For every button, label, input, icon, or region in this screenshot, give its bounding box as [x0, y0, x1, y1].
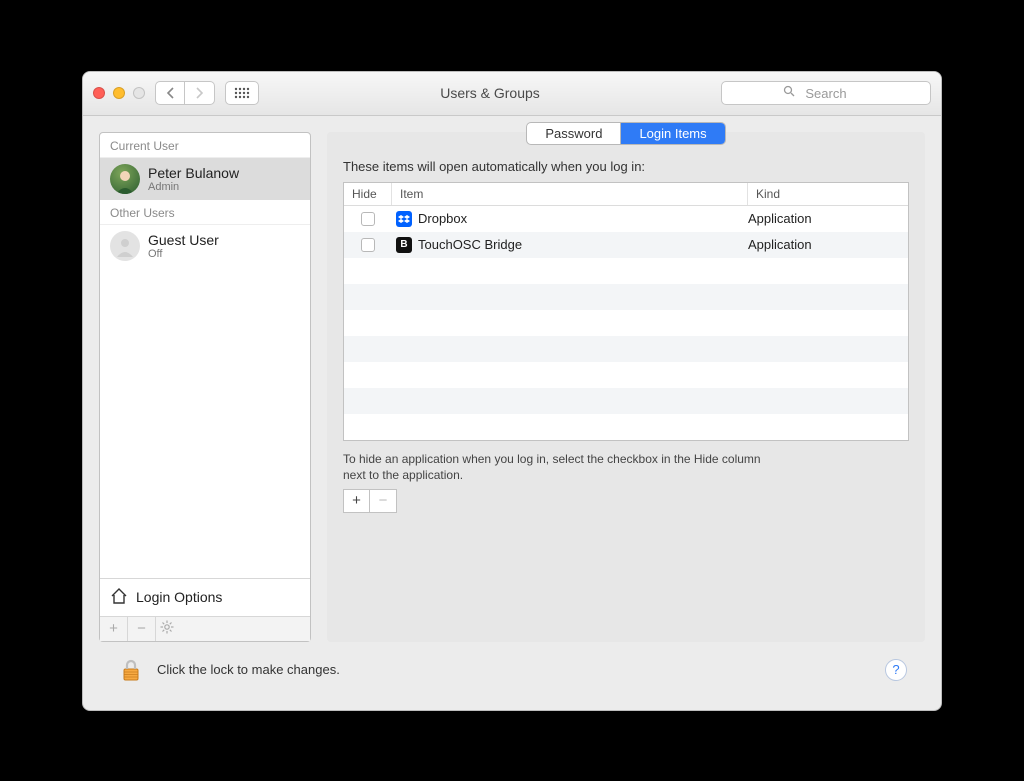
- login-items-prompt: These items will open automatically when…: [327, 159, 925, 182]
- tab-login-items[interactable]: Login Items: [621, 123, 724, 144]
- avatar: [110, 231, 140, 261]
- sidebar-item-current-user[interactable]: Peter Bulanow Admin: [100, 158, 310, 200]
- search-field-wrap: [721, 81, 931, 105]
- user-role: Admin: [148, 181, 239, 193]
- section-other-users: Other Users: [100, 200, 310, 225]
- content-area: Current User Peter Bulanow Admin Other U…: [83, 116, 941, 710]
- sidebar-action-bar: + −: [100, 616, 310, 641]
- column-hide[interactable]: Hide: [344, 183, 392, 205]
- user-role: Off: [148, 248, 219, 260]
- forward-button[interactable]: [185, 81, 215, 105]
- help-button[interactable]: ?: [885, 659, 907, 681]
- window-controls: [93, 87, 145, 99]
- column-item[interactable]: Item: [392, 183, 748, 205]
- preferences-window: Users & Groups Current User Peter Bulano…: [82, 71, 942, 711]
- hide-hint: To hide an application when you log in, …: [327, 441, 787, 489]
- remove-user-button: −: [128, 617, 156, 641]
- table-row: [344, 414, 908, 440]
- add-remove-bar: + −: [343, 489, 397, 513]
- window-title: Users & Groups: [259, 85, 721, 101]
- minimize-icon[interactable]: [113, 87, 125, 99]
- table-row[interactable]: B TouchOSC Bridge Application: [344, 232, 908, 258]
- table-row: [344, 336, 908, 362]
- remove-item-button: −: [370, 490, 396, 512]
- user-name: Peter Bulanow: [148, 165, 239, 181]
- add-item-button[interactable]: +: [344, 490, 370, 512]
- search-input[interactable]: [721, 81, 931, 105]
- app-icon: B: [396, 237, 412, 253]
- tabs: Password Login Items: [526, 122, 725, 145]
- nav-back-forward: [155, 81, 215, 105]
- item-kind: Application: [748, 237, 908, 252]
- table-row: [344, 258, 908, 284]
- lock-text: Click the lock to make changes.: [157, 662, 873, 677]
- item-name: TouchOSC Bridge: [418, 237, 522, 252]
- login-options-button[interactable]: Login Options: [100, 578, 310, 616]
- back-button[interactable]: [155, 81, 185, 105]
- table-row: [344, 284, 908, 310]
- add-user-button: +: [100, 617, 128, 641]
- home-icon: [110, 587, 128, 608]
- table-row: [344, 388, 908, 414]
- login-options-label: Login Options: [136, 589, 222, 605]
- app-icon: [396, 211, 412, 227]
- item-kind: Application: [748, 211, 908, 226]
- hide-checkbox[interactable]: [361, 238, 375, 252]
- user-actions-button: [156, 617, 310, 641]
- user-name: Guest User: [148, 232, 219, 248]
- sidebar-item-guest-user[interactable]: Guest User Off: [100, 225, 310, 267]
- table-row: [344, 362, 908, 388]
- table-row: [344, 310, 908, 336]
- section-current-user: Current User: [100, 133, 310, 158]
- gear-icon: [160, 620, 174, 638]
- show-all-button[interactable]: [225, 81, 259, 105]
- table-row[interactable]: Dropbox Application: [344, 206, 908, 232]
- zoom-icon: [133, 87, 145, 99]
- hide-checkbox[interactable]: [361, 212, 375, 226]
- footer: Click the lock to make changes. ?: [99, 642, 925, 702]
- column-kind[interactable]: Kind: [748, 183, 908, 205]
- close-icon[interactable]: [93, 87, 105, 99]
- lock-icon[interactable]: [117, 656, 145, 684]
- detail-pane: Password Login Items These items will op…: [327, 132, 925, 642]
- tab-password[interactable]: Password: [527, 123, 621, 144]
- avatar: [110, 164, 140, 194]
- users-sidebar: Current User Peter Bulanow Admin Other U…: [99, 132, 311, 642]
- login-items-table: Hide Item Kind Dropbox: [343, 182, 909, 441]
- item-name: Dropbox: [418, 211, 467, 226]
- titlebar: Users & Groups: [83, 72, 941, 116]
